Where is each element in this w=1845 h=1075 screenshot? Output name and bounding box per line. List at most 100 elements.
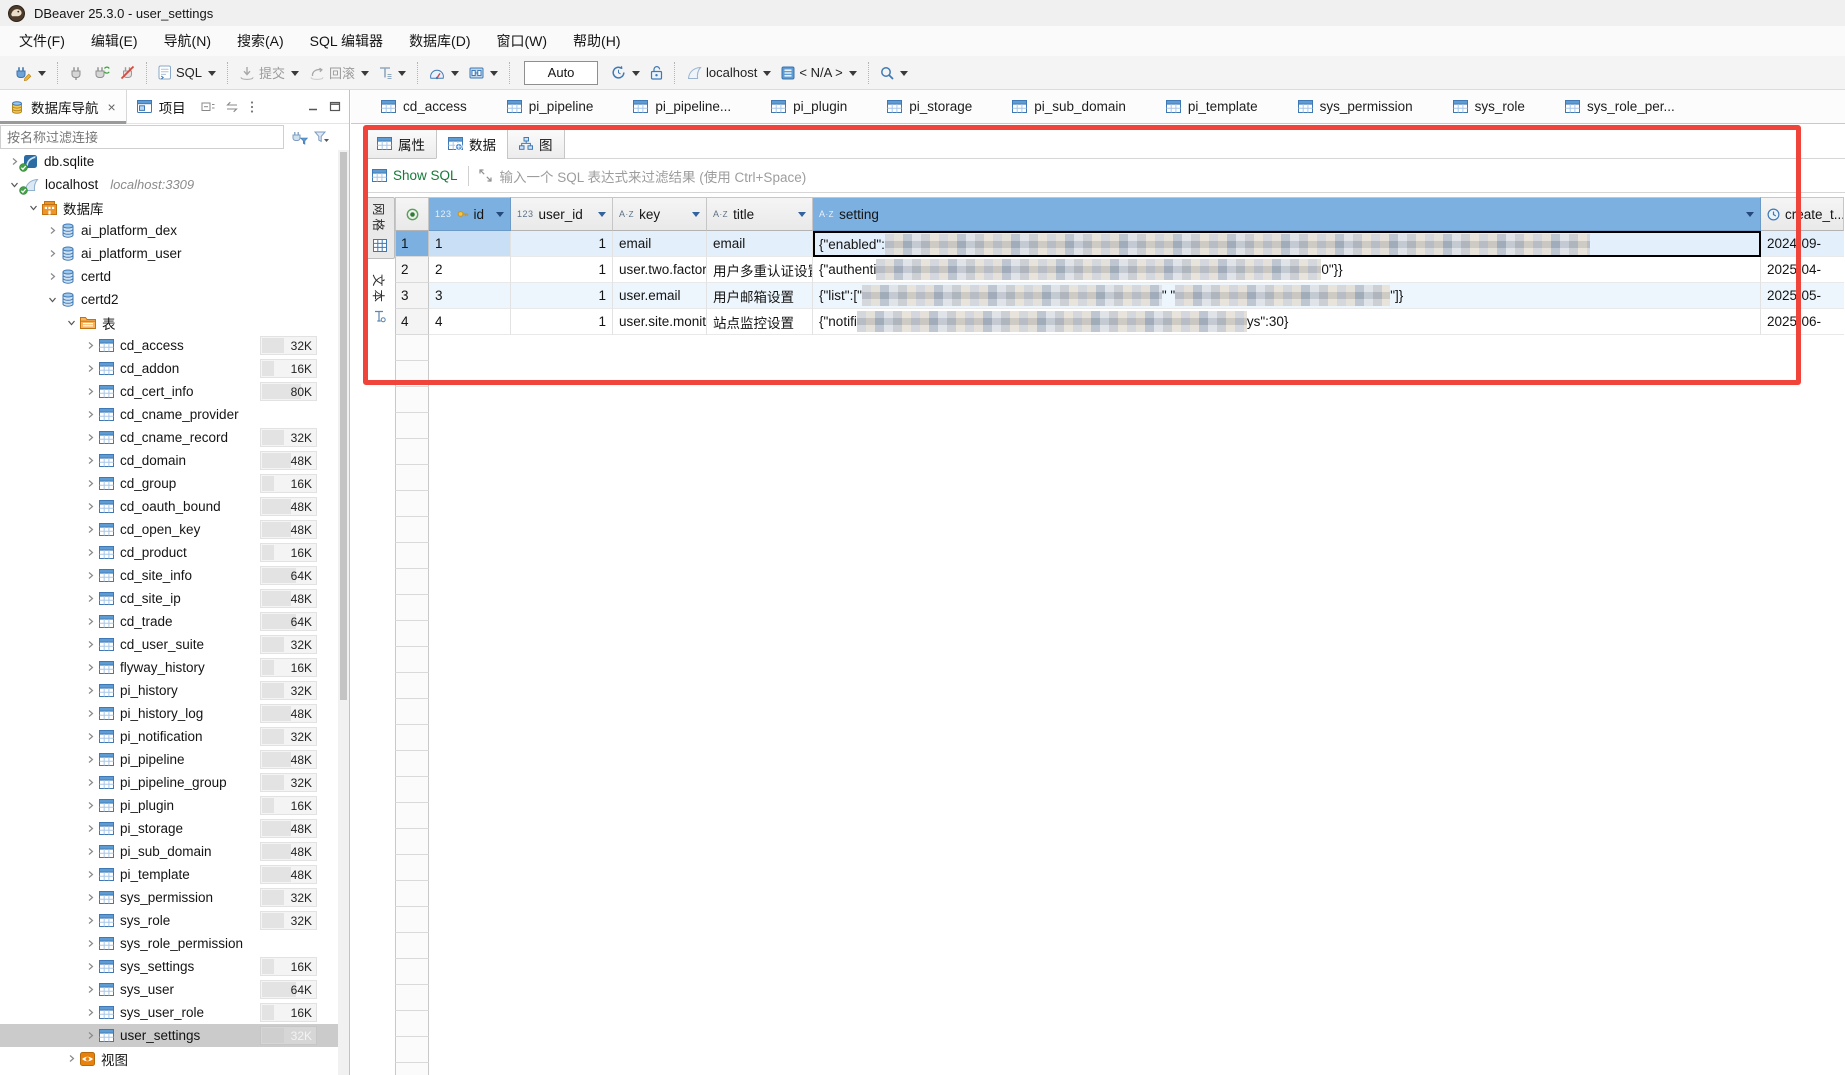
chevron-collapsed-icon[interactable]	[82, 1031, 99, 1040]
tree-item-cd_product[interactable]: cd_product16K	[0, 541, 338, 564]
column-filter-icon[interactable]	[496, 212, 504, 221]
chevron-collapsed-icon[interactable]	[44, 226, 61, 235]
cell-create-time[interactable]: 2025-04-	[1761, 257, 1844, 283]
chevron-down-icon[interactable]	[451, 71, 459, 80]
tree-item-cd_open_key[interactable]: cd_open_key48K	[0, 518, 338, 541]
editor-tab-pi_pipeline[interactable]: pi_pipeline...	[613, 90, 751, 124]
commit-button[interactable]: 提交	[235, 60, 303, 85]
chevron-collapsed-icon[interactable]	[82, 778, 99, 787]
chevron-collapsed-icon[interactable]	[82, 847, 99, 856]
cell-user_id[interactable]: 1	[511, 257, 613, 283]
chevron-collapsed-icon[interactable]	[82, 824, 99, 833]
tree-item-数据库[interactable]: 数据库	[0, 196, 338, 219]
tree-item-cd_group[interactable]: cd_group16K	[0, 472, 338, 495]
tab-projects[interactable]: 项目	[127, 90, 196, 124]
data-transfer-button[interactable]	[465, 63, 502, 83]
chevron-down-icon[interactable]	[632, 71, 640, 80]
column-header-create_t[interactable]: create_t...	[1761, 197, 1844, 231]
editor-tab-pi_template[interactable]: pi_template	[1146, 90, 1278, 124]
tree-item-cd_site_info[interactable]: cd_site_info64K	[0, 564, 338, 587]
chevron-collapsed-icon[interactable]	[82, 341, 99, 350]
tree-item-ai_platform_dex[interactable]: ai_platform_dex	[0, 219, 338, 242]
close-icon[interactable]: ×	[108, 99, 116, 115]
chevron-collapsed-icon[interactable]	[82, 893, 99, 902]
cell-setting[interactable]: {"list":["" ""]}	[813, 283, 1761, 309]
chevron-collapsed-icon[interactable]	[82, 709, 99, 718]
chevron-collapsed-icon[interactable]	[82, 640, 99, 649]
tree-item-cd_site_ip[interactable]: cd_site_ip48K	[0, 587, 338, 610]
tree-item-partial[interactable]	[0, 1070, 338, 1075]
chevron-collapsed-icon[interactable]	[82, 548, 99, 557]
column-filter-icon[interactable]	[798, 212, 806, 221]
active-connection-combo[interactable]: localhost	[682, 62, 775, 83]
cell-key[interactable]: email	[613, 231, 707, 257]
editor-tab-pi_sub_domain[interactable]: pi_sub_domain	[992, 90, 1146, 124]
tree-item-ai_platform_user[interactable]: ai_platform_user	[0, 242, 338, 265]
rollback-button[interactable]: 回滚	[305, 60, 373, 85]
row-gutter-header[interactable]	[395, 197, 429, 231]
column-filter-icon[interactable]	[1746, 212, 1754, 221]
column-filter-icon[interactable]	[598, 212, 606, 221]
chevron-down-icon[interactable]	[490, 71, 498, 80]
chevron-collapsed-icon[interactable]	[82, 410, 99, 419]
chevron-collapsed-icon[interactable]	[82, 663, 99, 672]
chevron-collapsed-icon[interactable]	[82, 916, 99, 925]
tree-item-pi_history[interactable]: pi_history32K	[0, 679, 338, 702]
transaction-log-button[interactable]	[375, 63, 410, 83]
chevron-collapsed-icon[interactable]	[44, 249, 61, 258]
cell-setting[interactable]: {"enabled":	[813, 231, 1761, 257]
chevron-expanded-icon[interactable]	[44, 295, 61, 304]
link-editor-button[interactable]	[220, 101, 244, 113]
tree-item-user_settings[interactable]: user_settings32K	[0, 1024, 338, 1047]
tree-item-cd_cname_provider[interactable]: cd_cname_provider	[0, 403, 338, 426]
editor-tab-pi_plugin[interactable]: pi_plugin	[751, 90, 867, 124]
new-connection-button[interactable]	[9, 62, 50, 84]
row-number-cell[interactable]: 2	[395, 257, 429, 283]
chevron-collapsed-icon[interactable]	[82, 594, 99, 603]
editor-tab-pi_storage[interactable]: pi_storage	[867, 90, 992, 124]
tree-item-cd_trade[interactable]: cd_trade64K	[0, 610, 338, 633]
chevron-collapsed-icon[interactable]	[82, 1008, 99, 1017]
tree-item-pi_sub_domain[interactable]: pi_sub_domain48K	[0, 840, 338, 863]
connection-filter-button[interactable]	[290, 130, 308, 145]
tree-item-视图[interactable]: 视图	[0, 1047, 338, 1070]
chevron-down-icon[interactable]	[900, 71, 908, 80]
minimize-view-button[interactable]	[307, 101, 319, 112]
chevron-down-icon[interactable]	[208, 71, 216, 80]
tree-item-sys_permission[interactable]: sys_permission32K	[0, 886, 338, 909]
chevron-down-icon[interactable]	[361, 71, 369, 80]
chevron-down-icon[interactable]	[291, 71, 299, 80]
tree-item-cd_domain[interactable]: cd_domain48K	[0, 449, 338, 472]
sidebar-scrollbar[interactable]	[338, 150, 349, 1075]
show-sql-button[interactable]: Show SQL	[372, 168, 458, 183]
tree-item-pi_storage[interactable]: pi_storage48K	[0, 817, 338, 840]
menu-item[interactable]: 搜索(A)	[224, 27, 297, 55]
chevron-collapsed-icon[interactable]	[82, 962, 99, 971]
chevron-collapsed-icon[interactable]	[82, 364, 99, 373]
filter-placeholder-text[interactable]: 输入一个 SQL 表达式来过滤结果 (使用 Ctrl+Space)	[500, 166, 807, 186]
menu-item[interactable]: 窗口(W)	[484, 27, 561, 55]
menu-item[interactable]: 编辑(E)	[78, 27, 151, 55]
tree-item-pi_template[interactable]: pi_template48K	[0, 863, 338, 886]
editor-tab-pi_pipeline[interactable]: pi_pipeline	[487, 90, 614, 124]
chevron-collapsed-icon[interactable]	[44, 272, 61, 281]
tree-item-localhost[interactable]: localhostlocalhost:3309	[0, 173, 338, 196]
chevron-collapsed-icon[interactable]	[82, 456, 99, 465]
tree-item-pi_notification[interactable]: pi_notification32K	[0, 725, 338, 748]
chevron-expanded-icon[interactable]	[25, 203, 42, 212]
chevron-down-icon[interactable]	[38, 71, 46, 80]
tree-item-cd_access[interactable]: cd_access32K	[0, 334, 338, 357]
tree-item-表[interactable]: 表	[0, 311, 338, 334]
tree-item-cd_oauth_bound[interactable]: cd_oauth_bound48K	[0, 495, 338, 518]
cell-key[interactable]: user.email	[613, 283, 707, 309]
reconnect-button[interactable]	[89, 62, 114, 83]
menu-item[interactable]: 文件(F)	[6, 27, 78, 55]
column-header-user_id[interactable]: 123user_id	[511, 197, 613, 231]
cell-title[interactable]: email	[707, 231, 813, 257]
cell-create-time[interactable]: 2025-06-	[1761, 309, 1844, 335]
expand-filter-button[interactable]	[479, 169, 492, 182]
chevron-collapsed-icon[interactable]	[82, 686, 99, 695]
refresh-button[interactable]	[607, 62, 644, 83]
tree-item-certd[interactable]: certd	[0, 265, 338, 288]
menu-item[interactable]: 数据库(D)	[396, 27, 483, 55]
